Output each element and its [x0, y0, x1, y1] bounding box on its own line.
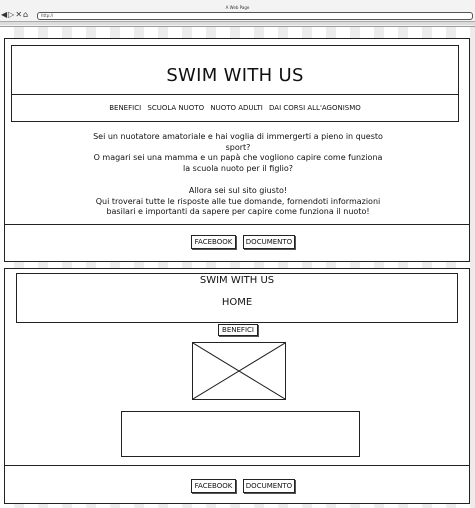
- browser-nav: ◀▷✕⌂: [1, 11, 29, 19]
- intro-paragraph-1: Sei un nuotatore amatoriale e hai voglia…: [93, 132, 383, 174]
- documento-button-2[interactable]: DOCUMENTO: [243, 479, 295, 493]
- site-title: SWIM WITH US: [166, 65, 304, 86]
- content-text-box: [121, 411, 360, 457]
- close-icon[interactable]: ✕: [15, 11, 22, 19]
- page-heading: HOME: [221, 297, 253, 308]
- menu-item-scuola-nuoto[interactable]: SCUOLA NUOTO: [147, 104, 204, 112]
- back-icon[interactable]: ◀: [1, 11, 7, 19]
- forward-icon[interactable]: ▷: [8, 11, 14, 19]
- menu-item-agonismo[interactable]: DAI CORSI ALL'AGONISMO: [269, 104, 361, 112]
- footer-divider-2: [4, 465, 470, 466]
- page2-header: SWIM WITH US HOME: [16, 273, 458, 323]
- intro-paragraph-2: Allora sei sul sito giusto! Qui troverai…: [95, 185, 381, 217]
- facebook-button[interactable]: FACEBOOK: [191, 235, 236, 249]
- main-menu: BENEFICI SCUOLA NUOTO NUOTO ADULTI DAI C…: [11, 95, 459, 121]
- footer-divider: [4, 224, 470, 225]
- benefici-button[interactable]: BENEFICI: [218, 324, 258, 336]
- menu-item-nuoto-adulti[interactable]: NUOTO ADULTI: [210, 104, 262, 112]
- home-icon[interactable]: ⌂: [23, 11, 28, 19]
- image-placeholder: [192, 342, 286, 400]
- browser-chrome: A Web Page ◀▷✕⌂ http://: [0, 0, 475, 27]
- menu-item-benefici[interactable]: BENEFICI: [109, 104, 141, 112]
- window-title: A Web Page: [225, 5, 250, 10]
- site-title-2: SWIM WITH US: [199, 275, 275, 286]
- toolbar-strip: [0, 21, 475, 25]
- documento-button[interactable]: DOCUMENTO: [243, 235, 295, 249]
- address-bar[interactable]: http://: [37, 12, 473, 20]
- intro-text: Sei un nuotatore amatoriale e hai voglia…: [80, 132, 396, 218]
- facebook-button-2[interactable]: FACEBOOK: [191, 479, 236, 493]
- image-placeholder-icon: [192, 342, 286, 400]
